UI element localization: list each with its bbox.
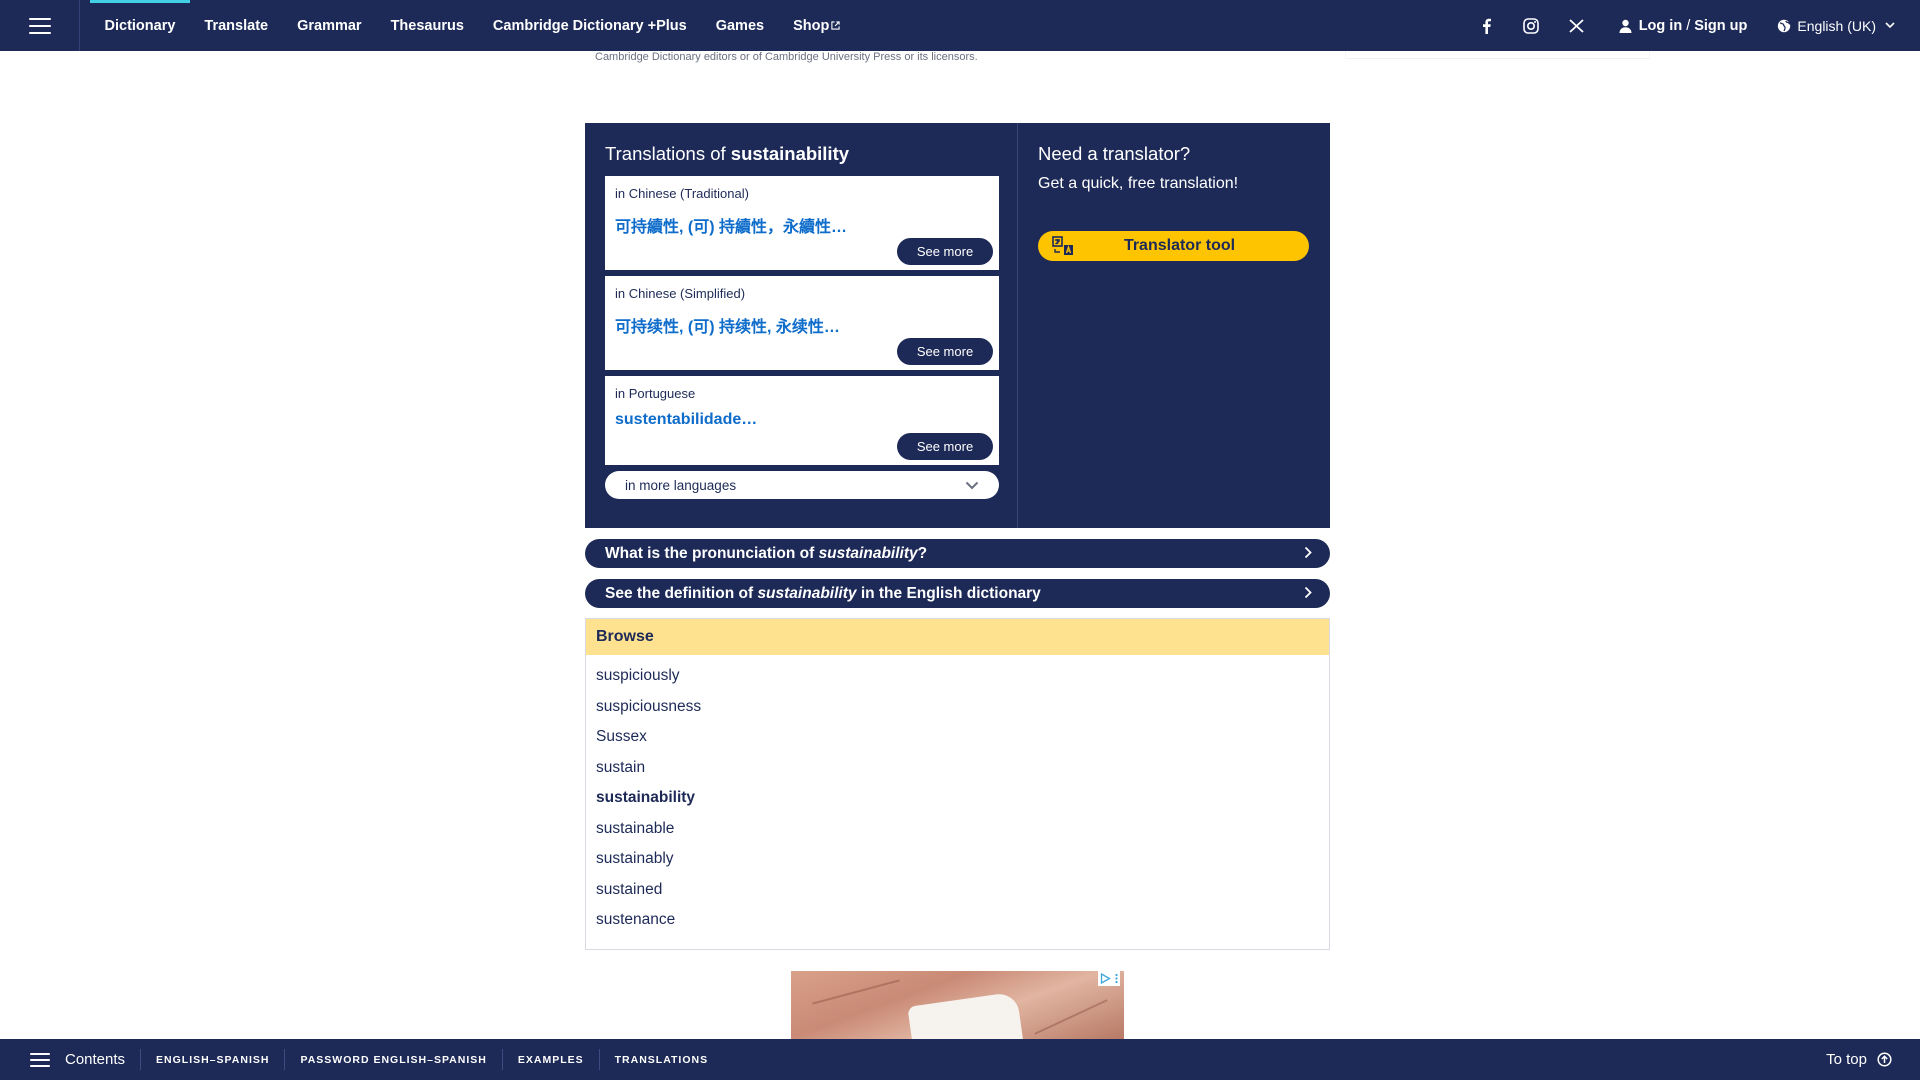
translations-panel: Translations of sustainability in Chines… [585, 123, 1330, 528]
x-link[interactable] [1554, 0, 1599, 51]
facebook-link[interactable] [1464, 0, 1509, 51]
ad-image-detail [1034, 999, 1108, 1035]
external-link-icon [831, 21, 840, 30]
chevron-right-icon [1304, 586, 1312, 599]
tab-translations[interactable]: TRANSLATIONS [598, 1049, 723, 1070]
browse-item[interactable]: sustenance [596, 905, 1319, 936]
nav-plus[interactable]: Cambridge Dictionary +Plus [478, 0, 701, 51]
nav-dictionary[interactable]: Dictionary [90, 0, 190, 51]
nav-games[interactable]: Games [701, 0, 778, 51]
browse-item[interactable]: sustain [596, 753, 1319, 784]
globe-icon [1778, 19, 1791, 32]
translate-icon [1052, 236, 1073, 255]
contents-label: Contents [65, 1051, 126, 1068]
translator-title: Need a translator? [1038, 143, 1191, 164]
facebook-icon [1482, 18, 1491, 34]
translation-language: in Portuguese [615, 386, 696, 401]
nav-right: Log in / Sign up English (UK) [1464, 0, 1920, 51]
x-icon [1569, 18, 1584, 33]
more-languages-dropdown[interactable]: in more languages [605, 471, 999, 499]
hamburger-icon [28, 17, 51, 34]
arrow-up-circle-icon [1877, 1052, 1892, 1067]
copyright-fragment: Cambridge Dictionary editors or of Cambr… [595, 51, 978, 63]
browse-title: Browse [586, 619, 1329, 655]
signup-label[interactable]: Sign up [1694, 18, 1747, 34]
menu-button[interactable] [0, 0, 80, 51]
definition-prefix: See the definition of [605, 584, 754, 602]
nav-thesaurus[interactable]: Thesaurus [376, 0, 478, 51]
chevron-down-icon [1885, 22, 1895, 29]
tab-password-english-spanish[interactable]: PASSWORD ENGLISH–SPANISH [284, 1049, 501, 1070]
translations-title: Translations of sustainability [605, 143, 997, 165]
nav-shop-label: Shop [793, 17, 830, 34]
top-navigation: Dictionary Translate Grammar Thesaurus C… [0, 0, 1920, 51]
definition-link[interactable]: See the definition of sustainability in … [585, 579, 1330, 608]
ad-image-detail [812, 979, 900, 1005]
sidebar-fragment [1345, 51, 1650, 59]
login-label[interactable]: Log in [1639, 18, 1683, 34]
definition-word: sustainability [757, 584, 857, 602]
see-more-button[interactable]: See more [897, 433, 993, 460]
login-separator: / [1686, 17, 1691, 34]
translator-promo: Need a translator? Get a quick, free tra… [1018, 123, 1330, 528]
chevron-right-icon [1304, 546, 1312, 559]
translations-list: Translations of sustainability in Chines… [585, 123, 1018, 528]
ad-image-detail [907, 991, 1025, 1039]
instagram-link[interactable] [1509, 0, 1554, 51]
translation-value[interactable]: sustentabilidade… [615, 411, 989, 429]
translation-language: in Chinese (Traditional) [615, 186, 749, 201]
pronunciation-prefix: What is the pronunciation of [605, 544, 815, 562]
tab-examples[interactable]: EXAMPLES [501, 1049, 599, 1070]
advertisement[interactable] [791, 971, 1124, 1039]
tab-english-spanish[interactable]: ENGLISH–SPANISH [140, 1049, 284, 1070]
see-more-button[interactable]: See more [897, 238, 993, 265]
language-label: English (UK) [1797, 17, 1876, 34]
browse-list: suspiciously suspiciousness Sussex susta… [586, 655, 1329, 942]
translation-language: in Chinese (Simplified) [615, 286, 746, 301]
translator-tool-button[interactable]: Translator tool [1038, 231, 1309, 261]
more-languages-label: in more languages [625, 477, 737, 493]
login-signup[interactable]: Log in / Sign up [1619, 17, 1747, 34]
nav-translate[interactable]: Translate [190, 0, 283, 51]
browse-item[interactable]: Sussex [596, 722, 1319, 753]
translator-tool-label: Translator tool [1123, 237, 1236, 254]
chevron-down-icon [965, 481, 979, 489]
instagram-icon [1523, 17, 1540, 34]
see-more-button[interactable]: See more [897, 338, 993, 365]
browse-item-current: sustainability [596, 789, 696, 806]
hamburger-icon [30, 1052, 50, 1067]
to-top-button[interactable]: To top [1826, 1039, 1892, 1080]
browse-item[interactable]: sustainable [596, 814, 1319, 845]
definition-suffix: in the English dictionary [860, 584, 1041, 602]
browse-item[interactable]: suspiciousness [596, 692, 1319, 723]
language-selector[interactable]: English (UK) [1777, 18, 1895, 34]
translator-subtitle: Get a quick, free translation! [1038, 175, 1239, 192]
translation-card-portuguese: in Portuguese sustentabilidade… See more [605, 376, 999, 465]
user-icon [1619, 19, 1632, 33]
browse-item[interactable]: sustained [596, 875, 1319, 906]
translation-card-zh-simplified: in Chinese (Simplified) 可持续性, (可) 持续性, 永… [605, 276, 999, 370]
browse-panel: Browse suspiciously suspiciousness Susse… [585, 618, 1330, 950]
contents-button[interactable]: Contents [0, 1039, 140, 1080]
translations-title-prefix: Translations of [605, 143, 726, 164]
adchoices-icon[interactable] [1098, 971, 1120, 986]
nav-grammar[interactable]: Grammar [283, 0, 376, 51]
translations-word: sustainability [730, 143, 850, 164]
translation-value[interactable]: 可持续性, (可) 持续性, 永续性… [615, 313, 989, 337]
main-nav: Dictionary Translate Grammar Thesaurus C… [80, 0, 855, 51]
translation-card-zh-traditional: in Chinese (Traditional) 可持續性, (可) 持續性，永… [605, 176, 999, 270]
browse-item[interactable]: suspiciously [596, 661, 1319, 692]
translation-value[interactable]: 可持續性, (可) 持續性，永續性… [615, 213, 989, 237]
browse-item[interactable]: sustainably [596, 844, 1319, 875]
pronunciation-word: sustainability [818, 544, 918, 562]
nav-shop[interactable]: Shop [779, 0, 855, 51]
pronunciation-suffix: ? [917, 544, 928, 562]
to-top-label: To top [1826, 1051, 1867, 1068]
pronunciation-link[interactable]: What is the pronunciation of sustainabil… [585, 539, 1330, 568]
bottom-bar: Contents ENGLISH–SPANISH PASSWORD ENGLIS… [0, 1039, 1920, 1080]
